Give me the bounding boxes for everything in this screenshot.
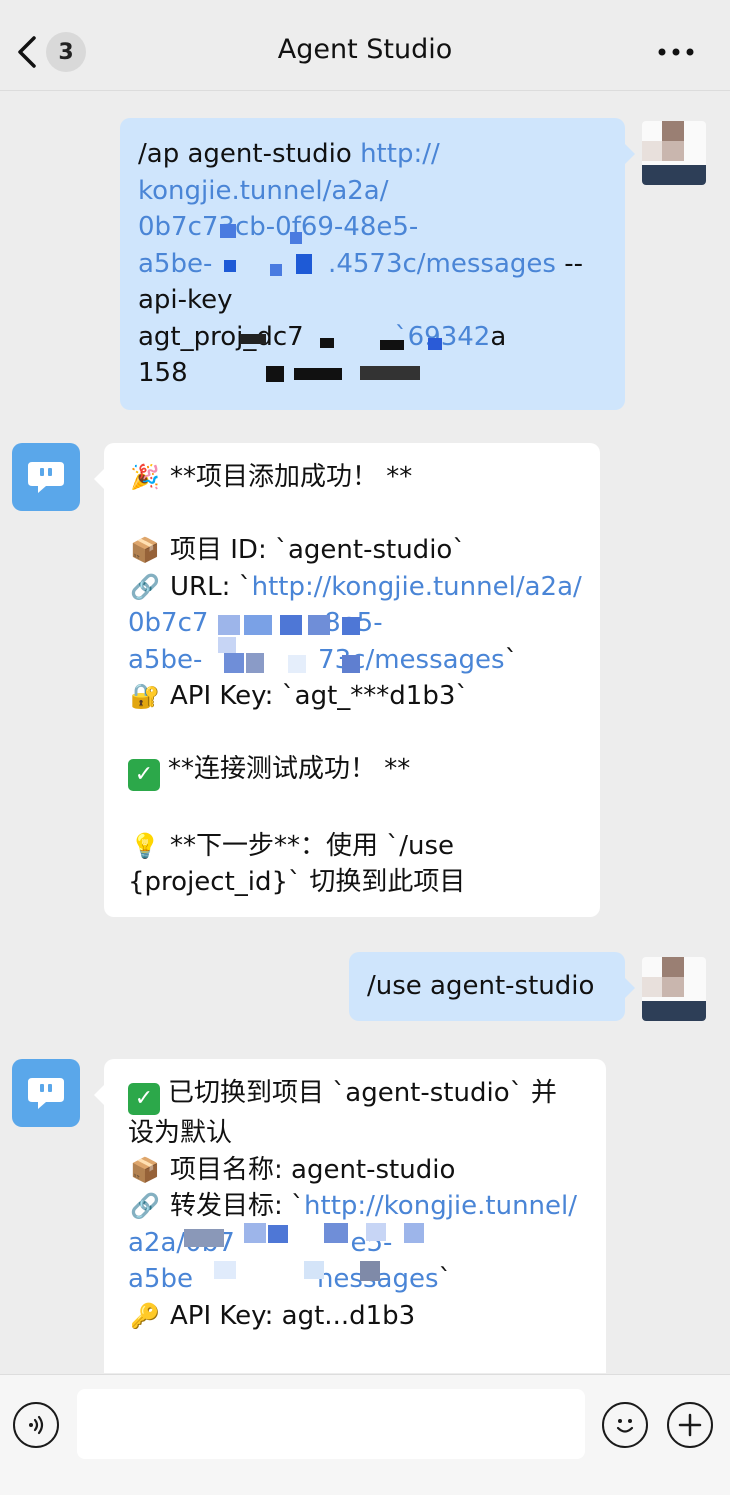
emoji-icon: 💡: [128, 1371, 162, 1374]
message-line: 💡 **下一步**：使用 `/use: [128, 828, 578, 865]
message-line: 设为默认: [128, 1115, 584, 1152]
message-text: 项目名称: agent-studio: [170, 1154, 456, 1185]
emoji-icon: 🔑: [130, 1301, 160, 1330]
message-line: 🎉 **项目添加成功！ **: [128, 459, 578, 496]
message-text: 项目 ID: `agent-studio`: [170, 535, 466, 565]
message-line: a5be- 73c/messages`: [128, 642, 578, 679]
message-line: {project_id}` 切换到此项目: [128, 864, 578, 901]
message-line: a5be- .4573c/messages --: [138, 246, 607, 283]
bot-avatar[interactable]: [12, 1059, 80, 1127]
bot-avatar[interactable]: [12, 443, 80, 511]
message-line: 📦 项目名称: agent-studio: [128, 1152, 584, 1189]
message-text: 158: [138, 358, 337, 388]
message-text: **下一步**：使用 `/use: [170, 830, 455, 861]
message-line: [128, 715, 578, 752]
message-text: API Key: `agt_***d1b3`: [170, 681, 469, 711]
message-line: /use agent-studio: [367, 968, 607, 1005]
message-text: {project_id}` 切换到此项目: [128, 867, 466, 897]
voice-icon[interactable]: [13, 1402, 59, 1448]
message-link[interactable]: a5be- 73c/messages: [128, 645, 505, 675]
message-line: [128, 496, 578, 533]
message-link[interactable]: http://kongjie.tunnel/a2a/: [252, 572, 582, 602]
chat-title: Agent Studio: [277, 34, 453, 65]
emoji-icon: 📦: [130, 1155, 160, 1184]
check-icon: ✓: [128, 759, 160, 791]
message-text: --: [555, 248, 583, 279]
message-line: 🔗 转发目标: `http://kongjie.tunnel/: [128, 1188, 584, 1225]
message-line: ✓ 已切换到项目 `agent-studio` 并: [128, 1075, 584, 1115]
message-list[interactable]: /ap agent-studio http://kongjie.tunnel/a…: [0, 91, 730, 1373]
message-line: ✓ **连接测试成功！ **: [128, 751, 578, 791]
message-line: 🔐 API Key: `agt_***d1b3`: [128, 678, 578, 715]
message-line: 0b7c7 8e5-: [128, 605, 578, 642]
message-text: /ap agent-studio: [138, 139, 361, 169]
message-link[interactable]: http://: [360, 139, 440, 169]
message-text: agt_proj_dc7: [138, 321, 395, 352]
emoji-icon[interactable]: [602, 1402, 648, 1448]
message-line: [128, 1334, 584, 1371]
emoji-icon: 📦: [130, 536, 160, 564]
chat-bubble-icon: [28, 1078, 64, 1109]
message-text: **连接测试成功！ **: [168, 754, 411, 784]
message-line: agt_proj_dc7 `69342a: [138, 319, 607, 356]
emoji-icon: 🔗: [130, 572, 160, 601]
message-line: 🔗 URL: `http://kongjie.tunnel/a2a/: [128, 569, 582, 606]
more-dots-icon[interactable]: [656, 40, 696, 64]
emoji-icon: 💡: [130, 831, 160, 860]
message-line: 📦 项目 ID: `agent-studio`: [128, 532, 578, 569]
message-line: a5be nessages`: [128, 1261, 584, 1298]
message-bubble[interactable]: 🎉 **项目添加成功！ ** 📦 项目 ID: `agent-studio` 🔗 URL:…: [94, 443, 600, 917]
message-line: /ap agent-studio http://: [138, 136, 607, 173]
message-input[interactable]: [77, 1389, 585, 1459]
emoji-icon: 🔐: [130, 682, 160, 710]
message-link[interactable]: 0b7c7 8e5-: [128, 608, 383, 638]
message-bubble[interactable]: /use agent-studio: [349, 952, 635, 1021]
message-line: api-key: [138, 282, 607, 319]
message-link[interactable]: a2a/0b7 e5-: [128, 1228, 392, 1258]
emoji-icon: 🔗: [130, 1192, 160, 1220]
message-text: **项目添加成功！ **: [170, 462, 413, 492]
message-bubble[interactable]: ✓ 已切换到项目 `agent-studio` 并设为默认 📦 项目名称: agent…: [94, 1059, 606, 1374]
input-bar: [0, 1374, 730, 1495]
check-icon: ✓: [128, 1083, 160, 1115]
message-line: [128, 791, 578, 828]
message-text: `: [504, 644, 518, 675]
message-text: api-key: [138, 285, 233, 315]
message-line: 0b7c73cb-0f69-48e5-: [138, 209, 607, 246]
message-link[interactable]: a5be- .4573c/messages: [138, 249, 556, 279]
message-line: 🔑 API Key: agt...d1b3: [128, 1298, 584, 1335]
message-bubble[interactable]: /ap agent-studio http://kongjie.tunnel/a…: [120, 118, 635, 410]
message-text: API Key: agt...d1b3: [170, 1300, 416, 1331]
chat-header: 3 Agent Studio: [0, 0, 730, 91]
message-text: /use agent-studio: [367, 971, 595, 1001]
message-link[interactable]: a5be nessages: [128, 1264, 439, 1294]
message-link[interactable]: 0b7c73cb-0f69-48e5-: [138, 212, 418, 242]
message-text: a: [490, 321, 507, 352]
message-text: 已切换到项目 `agent-studio` 并: [168, 1078, 557, 1108]
message-line: 158: [138, 355, 607, 392]
message-link[interactable]: kongjie.tunnel/a2a/: [138, 176, 389, 206]
message-text: URL: `: [170, 571, 252, 602]
message-text: 设为默认: [128, 1118, 233, 1148]
message-link[interactable]: http://kongjie.tunnel/: [304, 1191, 577, 1221]
message-line: 💡此项目将在所有新会话中使用: [128, 1371, 584, 1374]
message-line: a2a/0b7 e5-: [128, 1225, 584, 1262]
message-line: kongjie.tunnel/a2a/: [138, 173, 607, 210]
message-text: 转发目标: `: [170, 1191, 305, 1221]
message-link[interactable]: `69342: [395, 322, 491, 352]
chat-bubble-icon: [28, 462, 64, 493]
user-avatar[interactable]: [642, 121, 706, 185]
emoji-icon: 🎉: [130, 463, 160, 491]
plus-icon[interactable]: [667, 1402, 713, 1448]
message-text: `: [438, 1264, 452, 1294]
user-avatar[interactable]: [642, 957, 706, 1021]
